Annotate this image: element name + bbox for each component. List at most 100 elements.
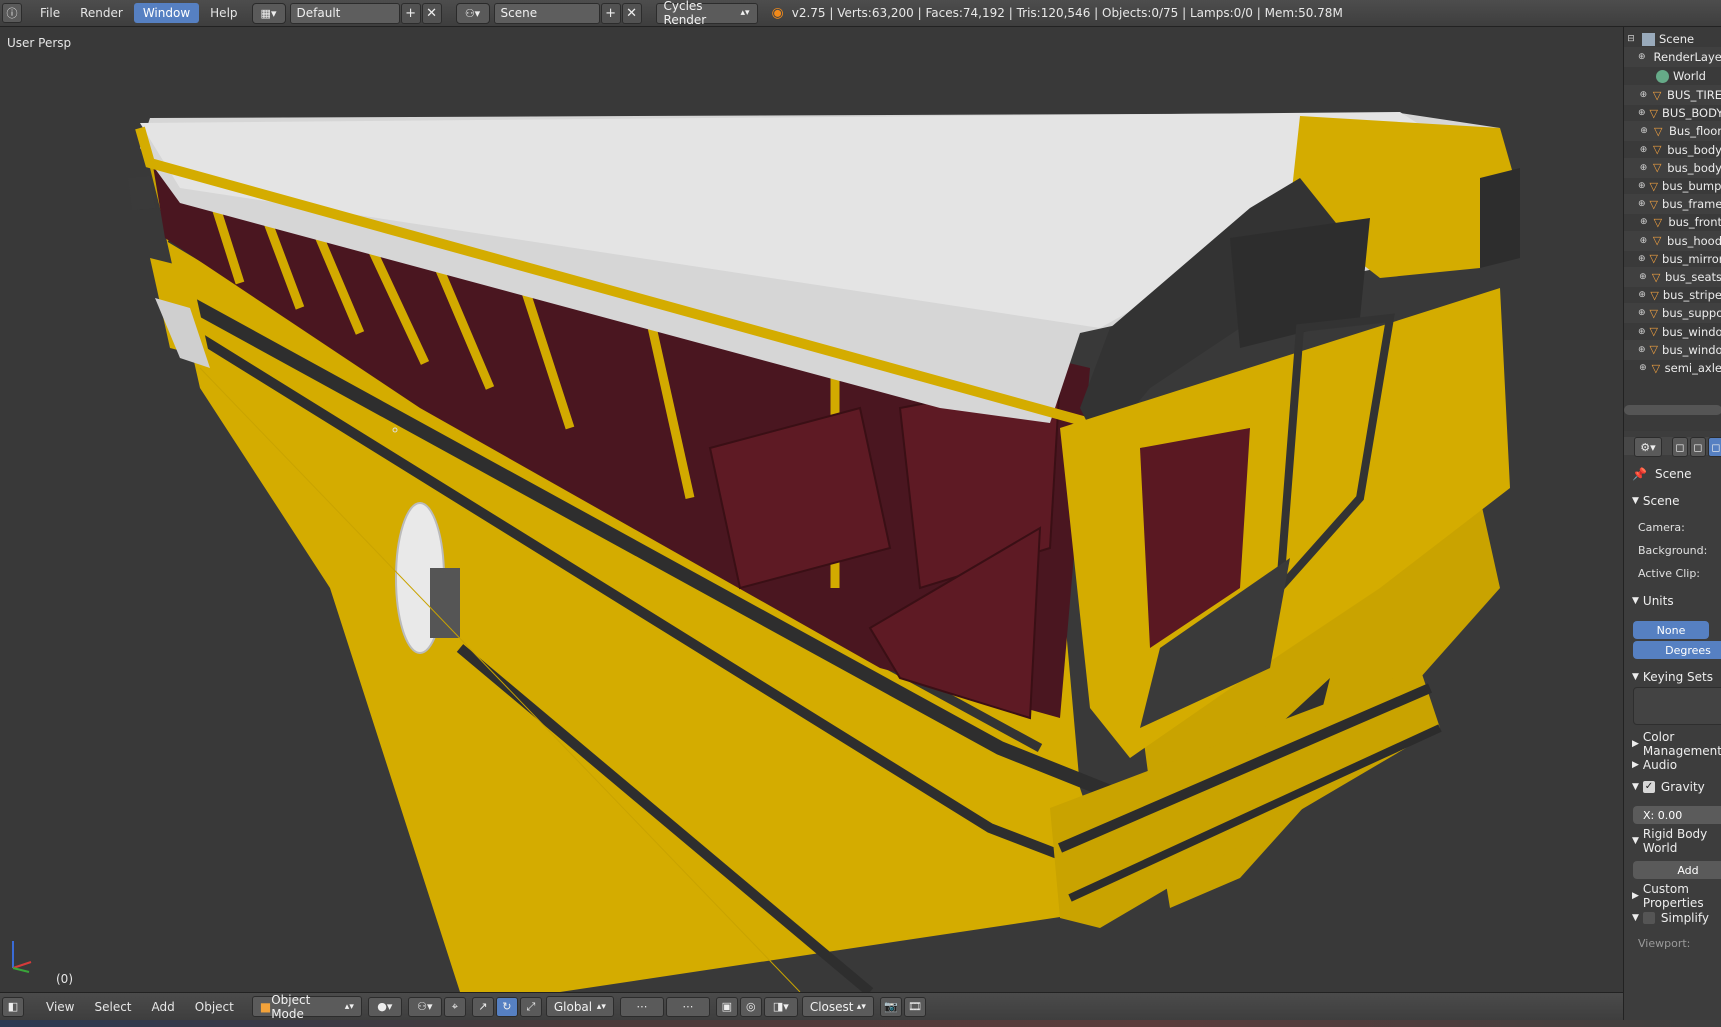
view-perspective-label: User Persp [7,36,72,50]
rigid-body-panel-header[interactable]: ▼ Rigid Body World [1632,827,1721,855]
menu-add[interactable]: Add [143,997,184,1017]
outliner-row[interactable]: ⊕ ▽ bus_body [1624,157,1721,178]
mode-dropdown[interactable]: ■ Object Mode ▴▾ [251,993,362,1021]
translate-icon[interactable]: ↗ [471,996,494,1017]
layout-field[interactable]: Default [289,2,400,24]
viewport-shading-icon[interactable]: ●▾ [367,996,402,1017]
render-engine-dropdown[interactable]: Cycles Render ▴▾ [655,0,758,27]
render-tab-icon[interactable]: ◻ [1672,437,1688,457]
expand-icon[interactable]: ⊕ [1638,106,1646,120]
outliner-row[interactable]: ⊕▽bus_support [1624,303,1721,324]
3d-view-editor-icon[interactable]: ◧ [2,996,24,1017]
outliner-row[interactable]: ⊕ RenderLayers [1624,47,1721,67]
expand-icon[interactable]: ⊕ [1638,124,1650,138]
rotate-icon[interactable]: ↻ [495,996,518,1017]
menu-view[interactable]: View [37,997,83,1017]
properties-editor-icon[interactable]: ⚙▾ [1634,437,1662,457]
expand-icon[interactable]: ⊕ [1638,197,1646,211]
expand-icon[interactable]: ⊕ [1638,361,1648,375]
outliner-row[interactable]: ⊟ Scene [1624,29,1721,49]
simplify-checkbox[interactable] [1642,912,1655,924]
scene-icon[interactable]: ⚇▾ [455,2,490,24]
layers-icon[interactable]: ⋯ [665,996,710,1017]
remove-layout-button[interactable]: ✕ [421,2,442,24]
outliner-row[interactable]: ⊕ ▽ semi_axle [1624,358,1721,378]
menu-render[interactable]: Render [71,3,132,23]
manipulator-toggle-icon[interactable]: ⌖ [443,996,466,1017]
audio-panel-header[interactable]: ▶ Audio [1632,754,1721,776]
outliner[interactable]: ⊟ Scene ⊕ RenderLayers World ⊕▽BUS_TIRE⊕… [1624,27,1721,431]
simplify-panel-header[interactable]: ▼ Simplify [1632,907,1721,929]
expand-icon[interactable]: ⊕ [1638,50,1646,64]
pin-icon[interactable]: 📌 [1632,467,1647,481]
expand-icon[interactable]: ⊕ [1638,325,1646,339]
expand-icon[interactable]: ⊕ [1638,270,1648,284]
collapse-icon[interactable]: ⊟ [1624,32,1638,46]
outliner-row[interactable]: ⊕ ▽ bus_mirror [1624,249,1721,269]
expand-icon[interactable]: ⊕ [1638,234,1649,248]
bus-model-render[interactable] [0,28,1623,992]
outliner-row[interactable]: ⊕ ▽ bus_hood [1624,230,1721,251]
units-panel-header[interactable]: ▼ Units [1632,590,1721,612]
outliner-row[interactable]: ⊕ ▽ bus_seats [1624,267,1721,287]
gravity-checkbox[interactable]: ✓ [1642,781,1655,793]
expand-icon[interactable]: ⊕ [1638,306,1646,320]
expand-icon[interactable]: ⊕ [1638,343,1646,357]
outliner-row[interactable]: ⊕ ▽ bus_front [1624,212,1721,232]
proportional-edit-icon[interactable]: ◎ [739,996,762,1017]
expand-icon[interactable]: ⊕ [1638,215,1650,229]
color-management-panel-header[interactable]: ▶ Color Management [1632,730,1721,758]
menu-file[interactable]: File [31,3,69,23]
keying-sets-panel-header[interactable]: ▼ Keying Sets [1632,666,1721,688]
outliner-row[interactable]: ⊕▽bus_window [1624,339,1721,360]
add-layout-button[interactable]: + [400,2,421,24]
outliner-row[interactable]: ⊕ ▽ Bus_floor [1624,121,1721,142]
outliner-row[interactable]: World [1624,66,1721,86]
outliner-scrollbar[interactable] [1624,405,1721,415]
outliner-row[interactable]: ⊕▽bus_bumper [1624,176,1721,196]
orientation-dropdown[interactable]: Global ▴▾ [545,996,614,1017]
expand-icon[interactable]: ⊕ [1638,179,1646,193]
outliner-row[interactable]: ⊕ ▽ bus_frame [1624,194,1721,215]
expand-icon[interactable]: ⊕ [1638,161,1649,175]
outliner-row[interactable]: ⊕ ▽ bus_stripe [1624,285,1721,305]
menu-object[interactable]: Object [186,997,243,1017]
menu-window[interactable]: Window [133,3,200,23]
outliner-row[interactable]: ⊕ ▽ BUS_BODY [1624,103,1721,123]
render-still-icon[interactable]: 📷 [879,996,902,1017]
scene-panel-header[interactable]: ▼ Scene [1632,490,1721,512]
scale-icon[interactable]: ⤢ [519,996,542,1017]
expand-icon[interactable]: ⊕ [1638,288,1646,302]
pivot-point-icon[interactable]: ⚇▾ [407,996,442,1017]
expand-icon[interactable]: ⊕ [1638,88,1649,102]
render-layers-tab-icon[interactable]: ◻ [1690,437,1706,457]
info-icon[interactable]: ⓘ [2,3,22,23]
gravity-x-field[interactable]: X: 0.00 [1633,806,1721,824]
menu-help[interactable]: Help [201,3,246,23]
remove-scene-button[interactable]: ✕ [621,2,642,24]
add-rigid-body-world-button[interactable]: Add [1633,861,1721,879]
expand-icon[interactable]: ⊕ [1638,252,1646,266]
layers-icon[interactable]: ⋯ [619,996,664,1017]
menu-select[interactable]: Select [85,997,140,1017]
view3d-menu: View Select Add Object [36,993,244,1020]
scene-field[interactable]: Scene [493,2,600,24]
custom-properties-panel-header[interactable]: ▶ Custom Properties [1632,882,1721,910]
add-scene-button[interactable]: + [600,2,621,24]
lock-layers-icon[interactable]: ▣ [715,996,738,1017]
outliner-row[interactable]: ⊕ ▽ BUS_TIRE [1624,85,1721,105]
keying-sets-list[interactable] [1633,687,1721,725]
snap-target-dropdown[interactable]: Closest ▴▾ [801,996,874,1017]
scene-tab-icon[interactable]: ◻ [1708,437,1721,457]
units-degrees-button[interactable]: Degrees [1633,641,1721,659]
gravity-panel-header[interactable]: ▼ ✓ Gravity [1632,776,1721,798]
snap-icon[interactable]: ◨▾ [763,996,798,1017]
properties-editor[interactable]: ⚙▾ ◻ ◻ ◻ 📌 Scene ▼ Scene Camera: Backgro… [1624,437,1721,1020]
3d-viewport[interactable]: User Persp (0) [0,28,1623,992]
render-animation-icon[interactable]: 🎞 [903,996,926,1017]
screen-layout-icon[interactable]: ▦▾ [251,2,286,24]
outliner-row[interactable]: ⊕ ▽ bus_body [1624,140,1721,160]
outliner-row[interactable]: ⊕▽bus_window [1624,322,1721,342]
units-none-button[interactable]: None [1633,621,1709,639]
expand-icon[interactable]: ⊕ [1638,143,1649,157]
